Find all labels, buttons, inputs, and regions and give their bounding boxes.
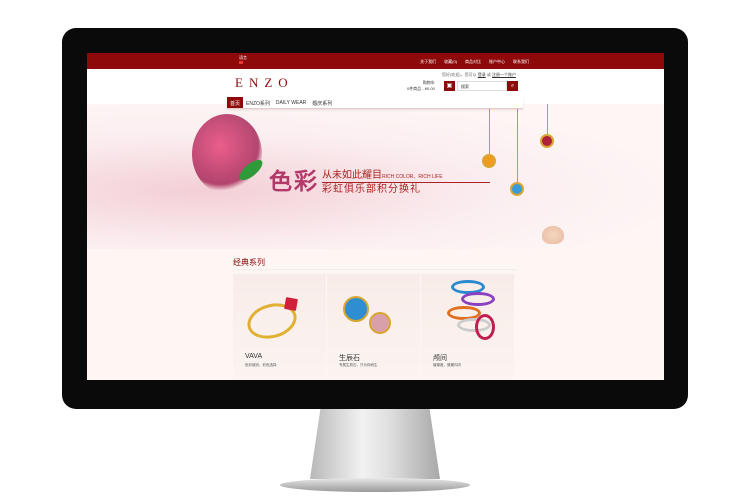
cart-summary[interactable]: 购物车 0件商品 - ¥0.00 — [407, 80, 435, 92]
login-link[interactable]: 登录 — [478, 72, 486, 77]
main-nav: 首页 ENZO系列 DAILY WEAR 婚庆系列 — [227, 97, 523, 109]
product-card[interactable]: VAVA 色彩缤纷，彩色选择 — [233, 274, 326, 380]
language-selector[interactable]: 语言 — [239, 55, 247, 65]
monitor-base — [280, 478, 470, 492]
cart-total: 0件商品 - ¥0.00 — [407, 86, 435, 91]
link-wishlist[interactable]: 收藏(0) — [444, 59, 457, 65]
nav-daily-wear[interactable]: DAILY WEAR — [273, 97, 309, 108]
register-link[interactable]: 注册一个账户 — [492, 72, 516, 77]
hero-banner[interactable]: 色彩 从未如此耀目RICH COLOR、RICH LIFE 彩虹俱乐部积分换礼 — [87, 104, 664, 249]
nav-home[interactable]: 首页 — [227, 97, 244, 108]
welcome-label: 您好(欢迎)，您可以 — [441, 72, 477, 77]
pendant-orange — [482, 154, 496, 168]
product-name: VAVA — [245, 353, 263, 360]
product-name: 颅间 — [433, 355, 447, 362]
cart-icon[interactable]: ▣ — [444, 81, 455, 91]
flag-icon — [239, 61, 243, 64]
nav-enzo[interactable]: ENZO系列 — [243, 97, 273, 108]
monitor-stand — [310, 409, 440, 479]
butterfly-image — [542, 226, 564, 244]
ruby-gem — [284, 297, 298, 311]
link-contact[interactable]: 联系我们 — [513, 59, 529, 65]
logo[interactable]: ENZO — [235, 75, 294, 91]
product-desc: 专属生辰石，只为你而生 — [339, 363, 378, 367]
butterfly-brooch-image — [192, 114, 262, 194]
product-card[interactable]: 颅间 璀璨度，微瓏闪闪 — [421, 274, 514, 380]
pendant-red — [540, 134, 554, 148]
blue-pendant-image — [343, 296, 369, 322]
website-screen: 语言 关于我们 收藏(0) 商品对比 账户中心 联系我们 ENZO 您好(欢迎)… — [87, 53, 664, 380]
banner-line2: 彩虹俱乐部积分换礼 — [322, 184, 421, 195]
banner-title: 色彩 — [269, 168, 319, 194]
language-label: 语言 — [239, 55, 247, 60]
or-label: 或 — [486, 72, 491, 77]
rings-image — [461, 292, 495, 306]
nav-wedding[interactable]: 婚庆系列 — [309, 97, 335, 108]
product-name: 生辰石 — [339, 355, 360, 362]
link-about[interactable]: 关于我们 — [420, 59, 436, 65]
link-compare[interactable]: 商品对比 — [465, 59, 481, 65]
section-divider — [233, 269, 516, 270]
welcome-text: 您好(欢迎)，您可以 登录 或 注册一个账户 — [442, 72, 516, 78]
link-account[interactable]: 账户中心 — [489, 59, 505, 65]
product-card[interactable]: 生辰石 专属生辰石，只为你而生 — [327, 274, 420, 380]
product-desc: 璀璨度，微瓏闪闪 — [433, 363, 461, 367]
top-bar: 语言 关于我们 收藏(0) 商品对比 账户中心 联系我们 — [87, 53, 664, 69]
pendant-blue — [510, 182, 524, 196]
search-input[interactable]: 搜索 — [457, 81, 507, 91]
pink-pendant-image — [369, 312, 391, 334]
product-desc: 色彩缤纷，彩色选择 — [245, 363, 277, 367]
search-icon[interactable]: ⌕ — [507, 81, 518, 91]
rings-image — [475, 314, 495, 340]
